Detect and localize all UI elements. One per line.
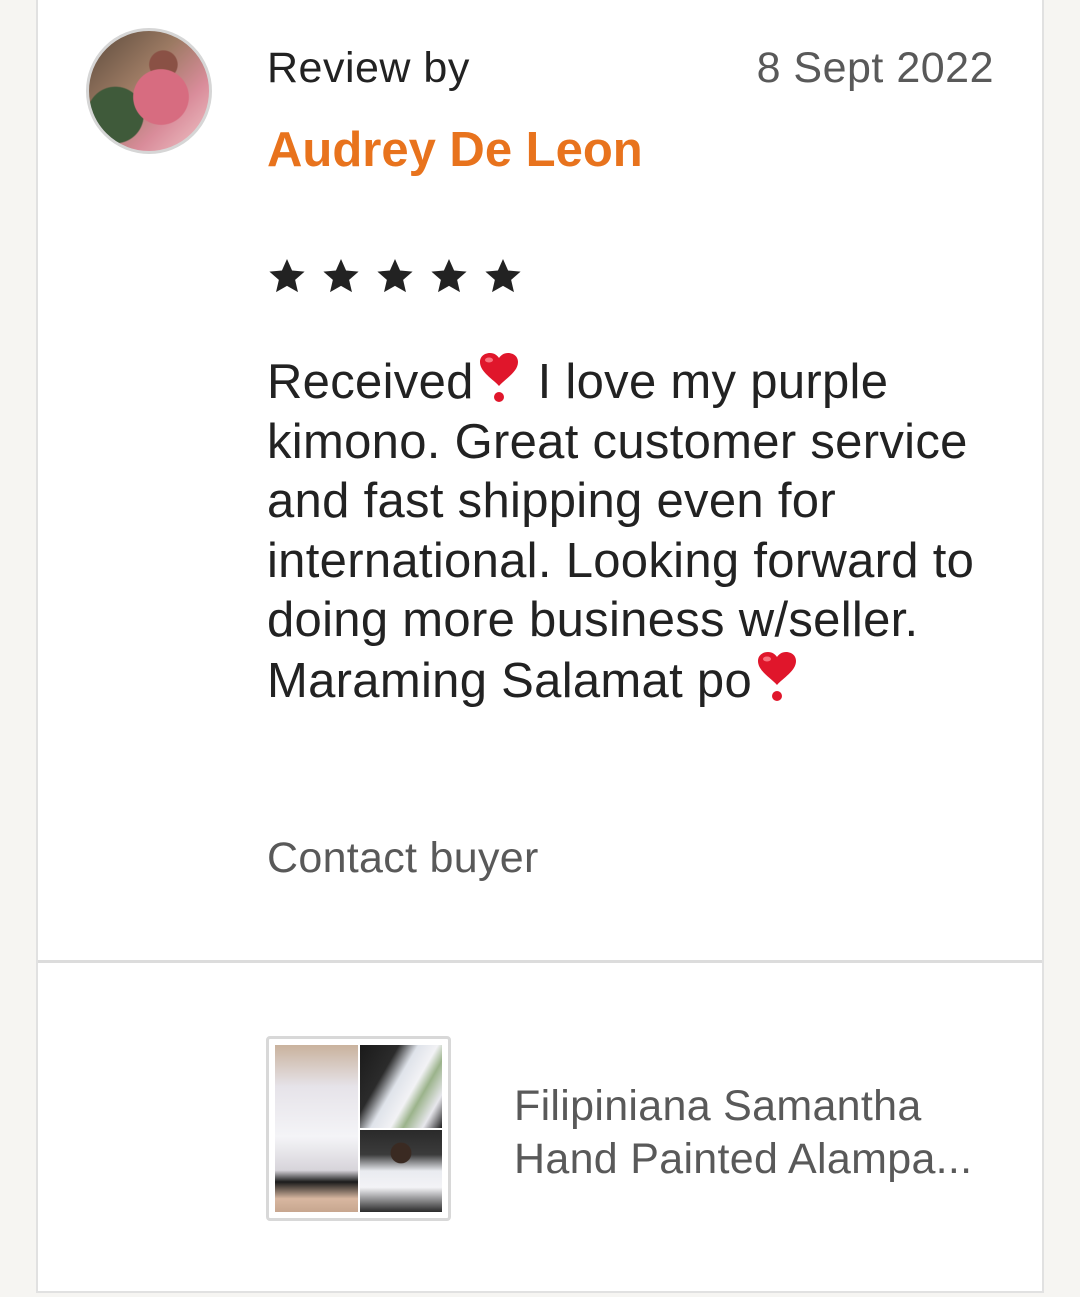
contact-buyer-link[interactable]: Contact buyer [267, 834, 539, 883]
section-divider [38, 960, 1042, 963]
review-text-part: Received [267, 355, 474, 409]
product-photo [359, 1129, 442, 1212]
star-icon [377, 259, 413, 293]
star-icon [431, 259, 467, 293]
product-title-link[interactable]: Filipiniana Samantha Hand Painted Alampa… [514, 1080, 1034, 1186]
product-photo [275, 1045, 358, 1212]
star-icon [485, 259, 521, 293]
product-photo-collage [275, 1045, 442, 1212]
star-icon [323, 259, 359, 293]
review-card: Review by 8 Sept 2022 Audrey De Leon Rec… [36, 0, 1044, 1293]
product-thumbnail[interactable] [266, 1036, 451, 1221]
review-text: Received I love my purple kimono. Great … [267, 352, 1007, 711]
product-title-line: Hand Painted Alampa... [514, 1135, 973, 1183]
reviewer-name-link[interactable]: Audrey De Leon [267, 122, 643, 178]
product-photo [359, 1045, 442, 1128]
review-date: 8 Sept 2022 [756, 44, 994, 92]
star-rating [267, 256, 523, 296]
star-icon [269, 259, 305, 293]
heart-exclamation-icon [479, 353, 518, 402]
reviewer-avatar[interactable] [86, 28, 212, 154]
review-by-label: Review by [267, 44, 470, 92]
heart-exclamation-icon [758, 651, 797, 701]
product-title-line: Filipiniana Samantha [514, 1082, 922, 1130]
